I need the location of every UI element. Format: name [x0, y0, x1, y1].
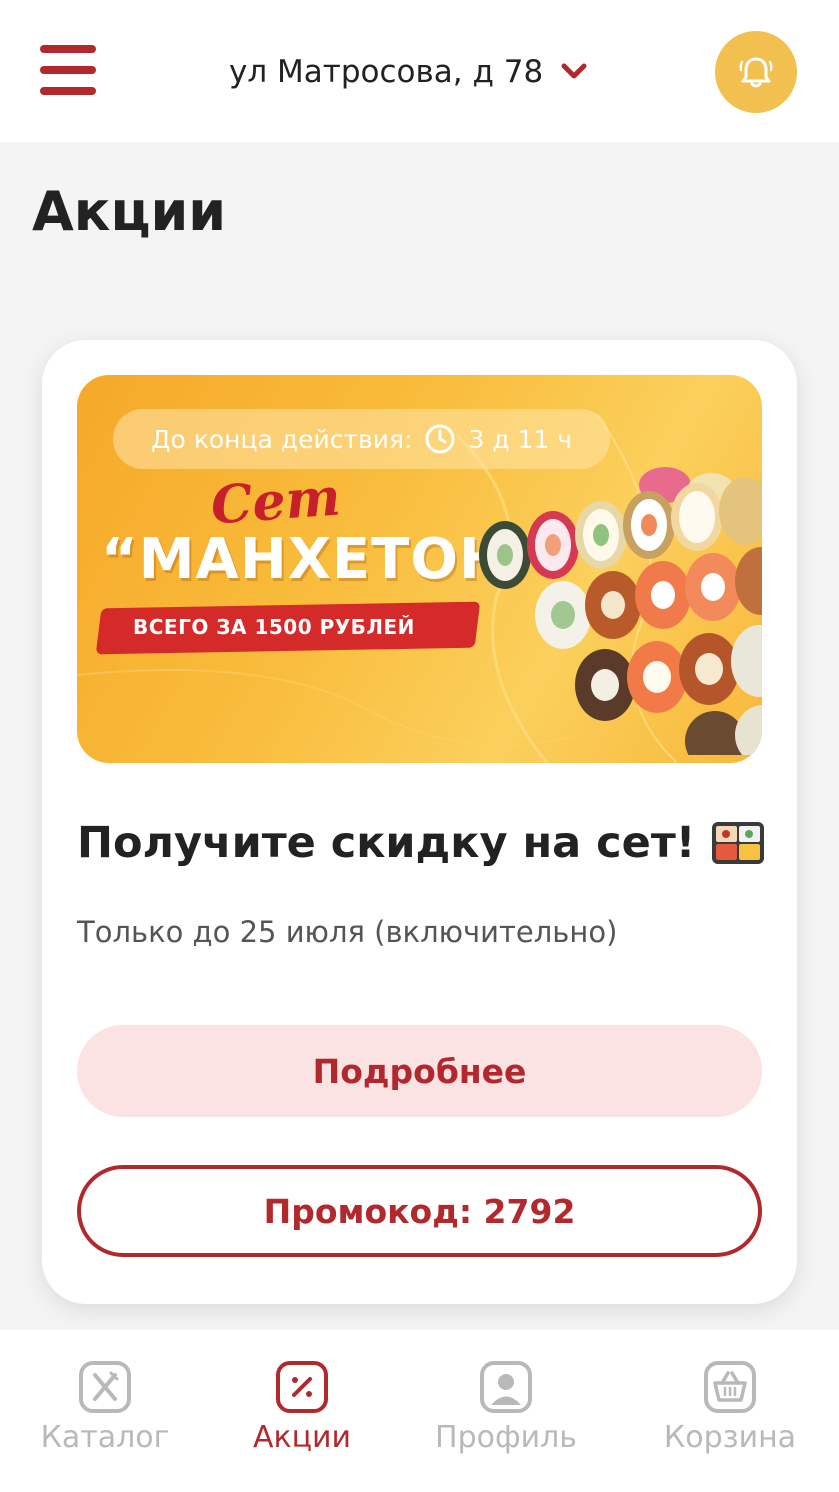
tab-profile[interactable]: Профиль	[421, 1360, 591, 1455]
tab-label: Профиль	[435, 1420, 577, 1455]
discount-icon	[276, 1361, 328, 1413]
clock-icon	[425, 424, 455, 454]
bell-icon	[739, 57, 773, 88]
promo-title-text: Получите скидку на сет!	[77, 818, 696, 868]
address-text: ул Матросова, д 78	[229, 54, 544, 90]
promocode-button[interactable]: Промокод: 2792	[77, 1165, 762, 1257]
bento-box-icon	[712, 822, 765, 864]
promo-title: Получите скидку на сет!	[77, 818, 765, 868]
tab-cart[interactable]: Корзина	[645, 1360, 815, 1455]
notifications-button[interactable]	[715, 31, 797, 113]
timer-label: До конца действия:	[151, 424, 413, 454]
catalog-icon	[79, 1361, 131, 1413]
page-title: Акции	[32, 180, 227, 243]
tab-label: Акции	[252, 1420, 352, 1455]
timer-value: 3 д 11 ч	[468, 424, 573, 454]
menu-icon[interactable]	[40, 45, 98, 95]
tab-label: Каталог	[40, 1420, 170, 1455]
tab-label: Корзина	[663, 1420, 797, 1455]
promo-banner[interactable]: До конца действия: 3 д 11 ч Сет “МАНХЕТО…	[77, 375, 762, 763]
address-selector[interactable]: ул Матросова, д 78	[229, 50, 587, 94]
top-header: ул Матросова, д 78	[0, 0, 839, 142]
banner-price-text: ВСЕГО ЗА 1500 РУБЛЕЙ	[133, 615, 415, 639]
chevron-down-icon	[561, 63, 587, 79]
tab-promotions[interactable]: Акции	[217, 1360, 387, 1455]
promo-card: До конца действия: 3 д 11 ч Сет “МАНХЕТО…	[42, 340, 797, 1304]
tab-catalog[interactable]: Каталог	[20, 1360, 190, 1455]
promo-subtitle: Только до 25 июля (включительно)	[77, 915, 618, 949]
bottom-tab-bar: Каталог Акции Профиль Корзина	[0, 1330, 839, 1492]
profile-icon	[480, 1361, 532, 1413]
details-button[interactable]: Подробнее	[77, 1025, 762, 1117]
sushi-set-image	[479, 467, 762, 755]
banner-set-word: Сет	[209, 466, 343, 537]
basket-icon	[704, 1361, 756, 1413]
